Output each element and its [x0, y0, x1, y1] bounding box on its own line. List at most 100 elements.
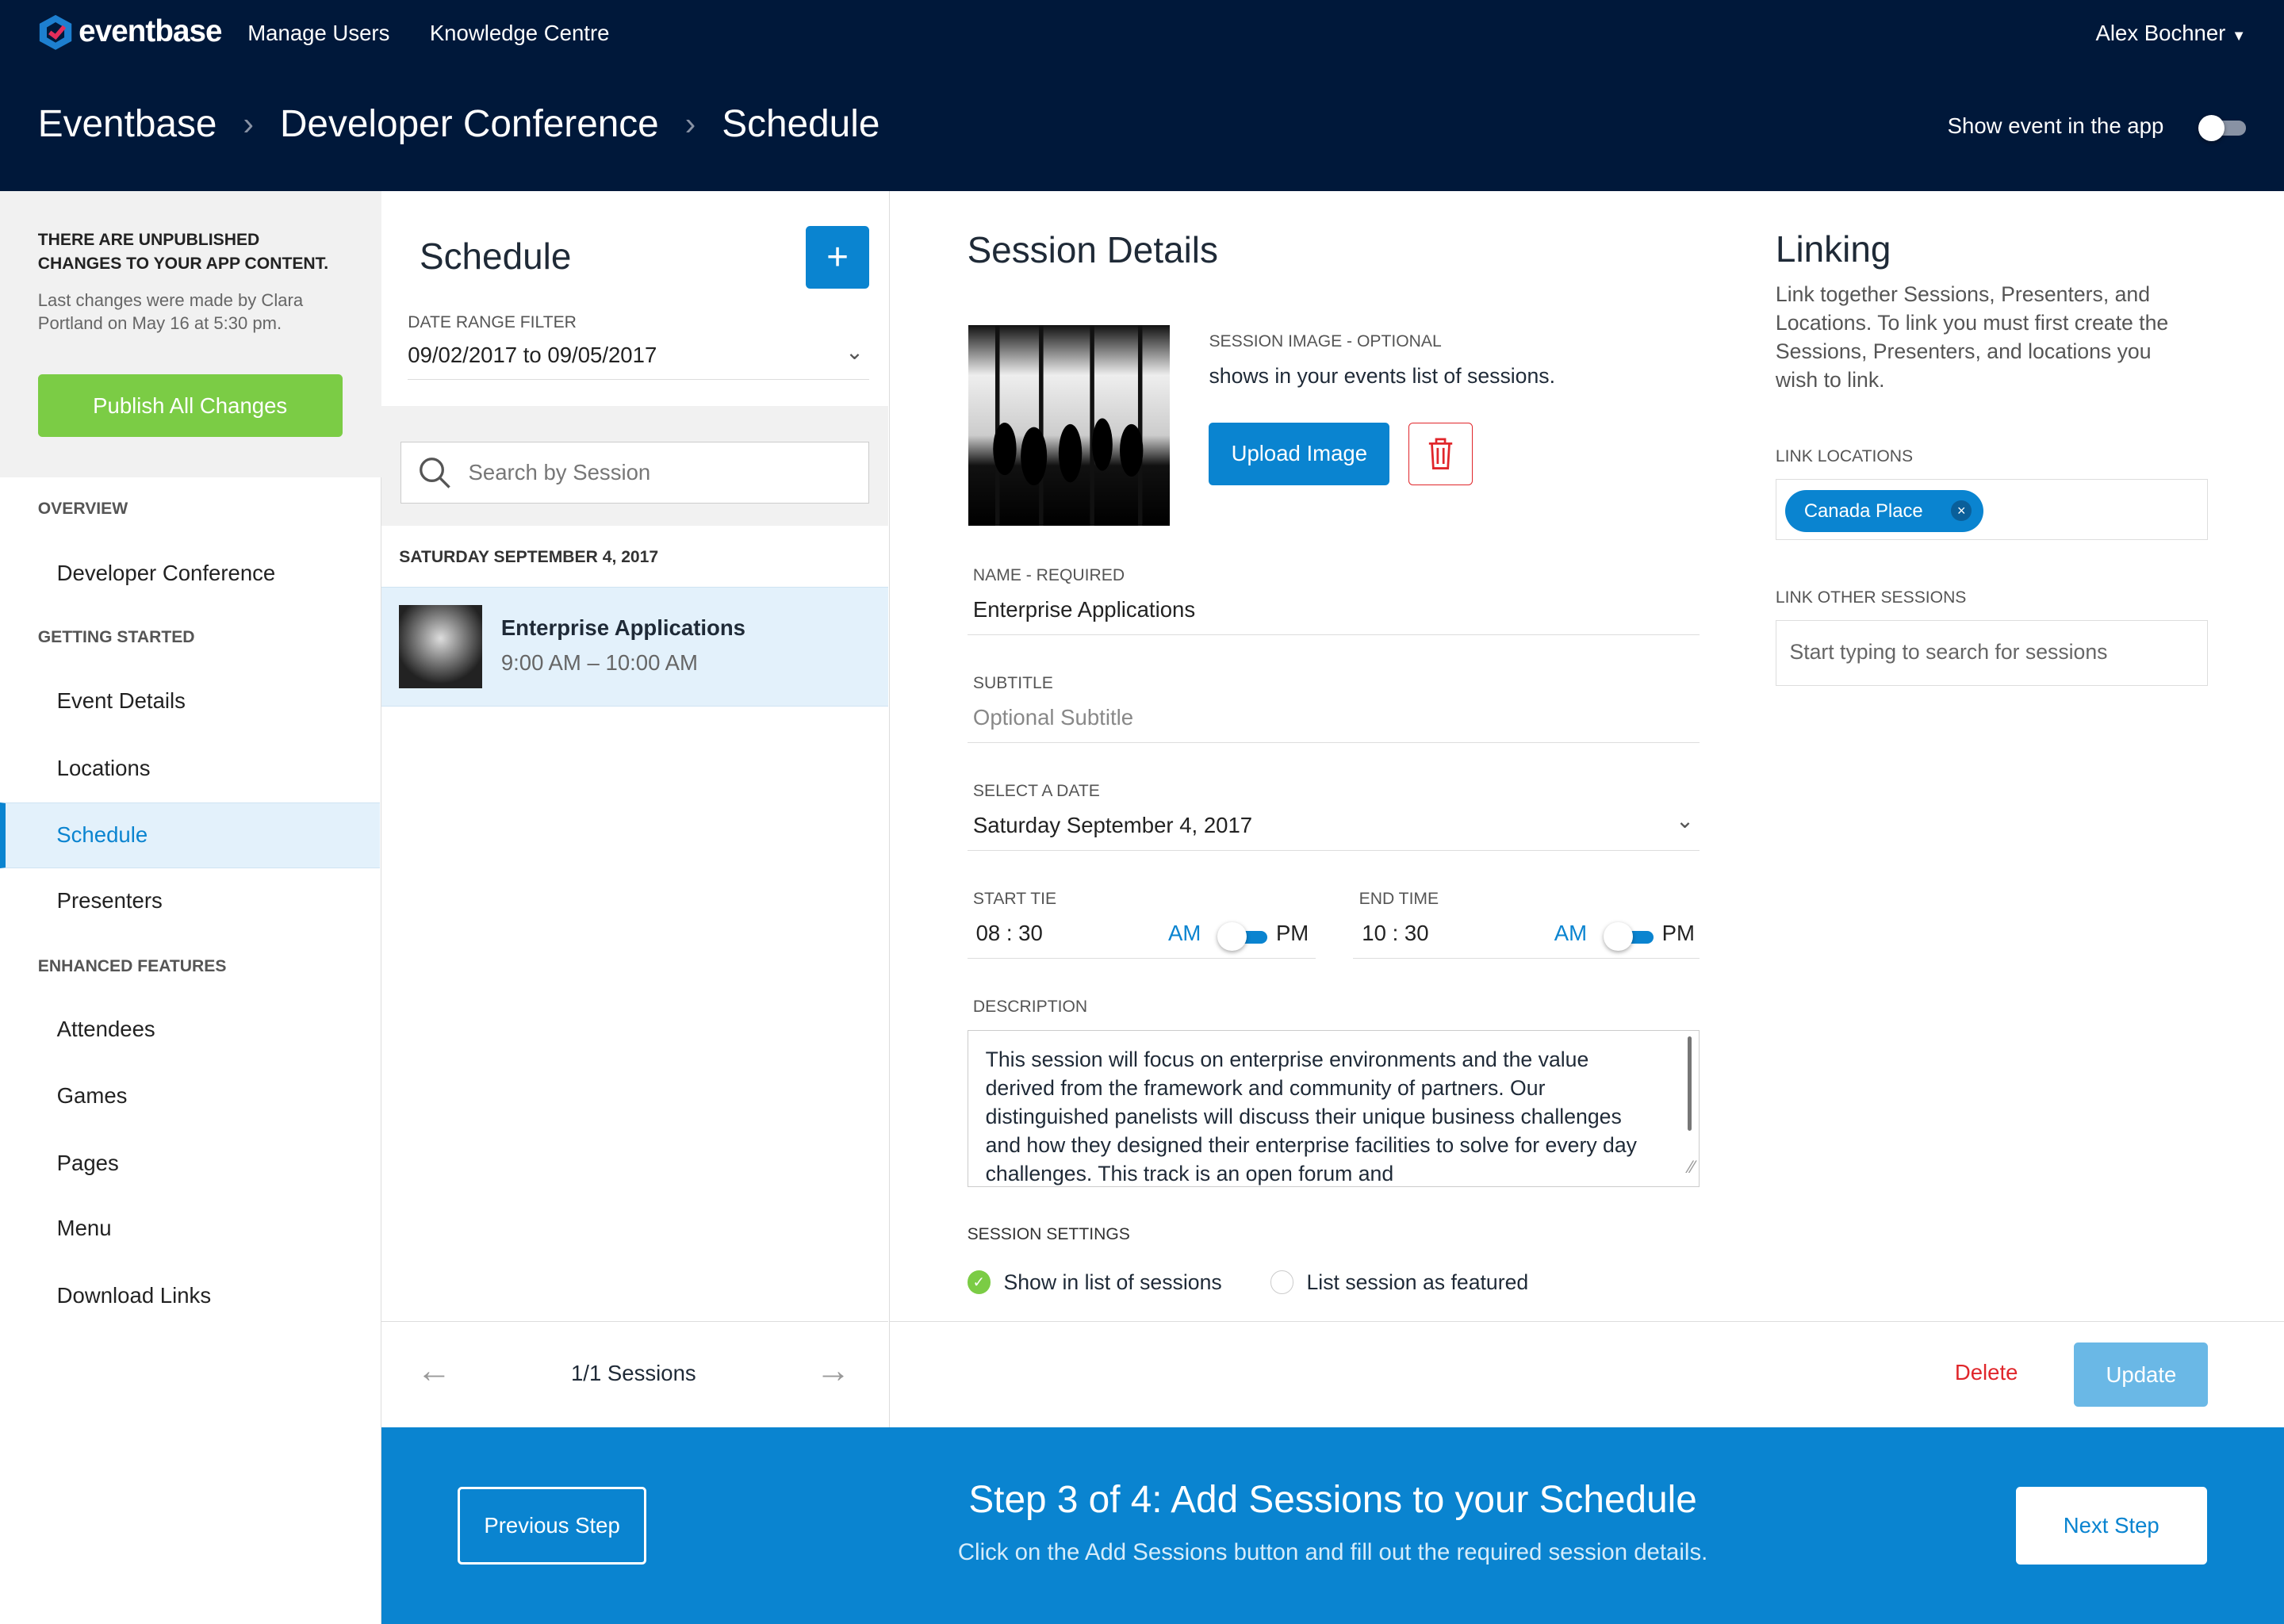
- next-step-button[interactable]: Next Step: [2015, 1487, 2207, 1565]
- arrow-left-icon[interactable]: ←: [416, 1351, 451, 1391]
- add-session-button[interactable]: +: [805, 225, 870, 289]
- chevron-right-icon: ›: [684, 105, 696, 142]
- featured-checkbox[interactable]: List session as featured: [1270, 1270, 1528, 1295]
- scrollbar[interactable]: [1687, 1036, 1692, 1132]
- location-tag[interactable]: Canada Place ×: [1784, 490, 1983, 533]
- start-ampm-toggle[interactable]: [1217, 921, 1267, 952]
- link-locations-label: LINK LOCATIONS: [1775, 446, 1914, 465]
- breadcrumb: Eventbase › Developer Conference › Schedul…: [38, 102, 880, 146]
- breadcrumb-developer-conference[interactable]: Developer Conference: [280, 102, 659, 146]
- sidebar-item-developer-conference[interactable]: Developer Conference: [0, 540, 380, 606]
- nav-knowledge-centre[interactable]: Knowledge Centre: [430, 21, 610, 46]
- pm-label: PM: [1275, 920, 1309, 945]
- remove-tag-icon[interactable]: ×: [1951, 500, 1972, 521]
- start-time-input[interactable]: 08 : 30 AM PM: [967, 920, 1316, 959]
- session-settings-label: SESSION SETTINGS: [967, 1224, 1130, 1243]
- session-image-label: SESSION IMAGE - OPTIONAL: [1209, 331, 1442, 350]
- search-placeholder: Search by Session: [468, 459, 651, 485]
- schedule-title: Schedule: [419, 235, 572, 277]
- linking-description: Link together Sessions, Presenters, and …: [1775, 282, 2169, 392]
- show-event-label: Show event in the app: [1947, 113, 2164, 139]
- session-time: 9:00 AM – 10:00 AM: [500, 650, 698, 676]
- chevron-right-icon: ›: [243, 105, 254, 142]
- logo[interactable]: eventbase: [38, 13, 222, 52]
- search-icon: [420, 457, 450, 488]
- date-label: SELECT A DATE: [972, 782, 1100, 801]
- end-time-value: 10 : 30: [1362, 920, 1429, 945]
- sidebar: THERE ARE UNPUBLISHED CHANGES TO YOUR AP…: [0, 190, 382, 1624]
- sidebar-item-download-links[interactable]: Download Links: [0, 1262, 380, 1328]
- update-button[interactable]: Update: [2074, 1342, 2209, 1408]
- pm-label: PM: [1661, 920, 1695, 945]
- date-filter-label: DATE RANGE FILTER: [408, 312, 577, 331]
- start-time-label: START TIE: [972, 890, 1057, 909]
- date-select[interactable]: Saturday September 4, 2017 ⌄: [967, 808, 1700, 851]
- end-ampm-toggle[interactable]: [1604, 921, 1654, 952]
- show-in-list-label: Show in list of sessions: [1003, 1270, 1222, 1294]
- pager-count: 1/1 Sessions: [570, 1361, 696, 1386]
- location-tag-label: Canada Place: [1803, 500, 1923, 522]
- pager: ← 1/1 Sessions →: [381, 1320, 889, 1427]
- am-label: AM: [1168, 920, 1201, 945]
- end-time-label: END TIME: [1359, 890, 1439, 909]
- brand-name: eventbase: [79, 14, 222, 49]
- sidebar-item-games[interactable]: Games: [0, 1063, 380, 1129]
- sidebar-item-locations[interactable]: Locations: [0, 736, 380, 802]
- unpublished-notice: THERE ARE UNPUBLISHED CHANGES TO YOUR AP…: [0, 190, 382, 478]
- delete-button[interactable]: Delete: [1955, 1360, 2018, 1385]
- breadcrumb-schedule: Schedule: [722, 102, 880, 145]
- upload-image-button[interactable]: Upload Image: [1209, 422, 1390, 485]
- description-text: This session will focus on enterprise en…: [985, 1047, 1637, 1185]
- start-time-value: 08 : 30: [975, 920, 1043, 945]
- publish-all-changes-button[interactable]: Publish All Changes: [37, 374, 343, 437]
- description-textarea[interactable]: This session will focus on enterprise en…: [967, 1029, 1700, 1187]
- name-input[interactable]: Enterprise Applications: [967, 597, 1700, 635]
- session-details-panel: Session Details SESSION IMAGE - OPTIONAL…: [890, 191, 2284, 1427]
- schedule-panel: Schedule + DATE RANGE FILTER 09/02/2017 …: [381, 190, 891, 1427]
- empty-circle-icon: [1270, 1270, 1293, 1294]
- user-menu[interactable]: Alex Bochner ▼: [2096, 21, 2247, 46]
- date-range-filter[interactable]: 09/02/2017 to 09/05/2017 ⌄: [408, 339, 870, 381]
- sidebar-item-event-details[interactable]: Event Details: [0, 668, 380, 734]
- plus-icon: +: [826, 236, 849, 278]
- session-title: Enterprise Applications: [500, 615, 745, 641]
- session-thumbnail: [399, 605, 482, 688]
- breadcrumb-eventbase[interactable]: Eventbase: [38, 102, 217, 146]
- resize-handle-icon[interactable]: ⁄⁄: [1689, 1153, 1695, 1182]
- session-image-hint: shows in your events list of sessions.: [1209, 364, 1555, 389]
- arrow-right-icon[interactable]: →: [816, 1351, 851, 1391]
- show-event-toggle[interactable]: [2198, 115, 2247, 142]
- sidebar-item-attendees[interactable]: Attendees: [0, 996, 380, 1062]
- sidebar-item-presenters[interactable]: Presenters: [0, 868, 380, 934]
- subtitle-input[interactable]: Optional Subtitle: [967, 705, 1700, 743]
- notice-title: THERE ARE UNPUBLISHED CHANGES TO YOUR AP…: [37, 231, 329, 273]
- session-list-item[interactable]: Enterprise Applications 9:00 AM – 10:00 …: [381, 587, 889, 707]
- link-locations-input[interactable]: Canada Place ×: [1775, 479, 2209, 541]
- link-sessions-input[interactable]: Start typing to search for sessions: [1775, 620, 2209, 687]
- sidebar-item-pages[interactable]: Pages: [0, 1130, 380, 1196]
- end-time-input[interactable]: 10 : 30 AM PM: [1353, 921, 1700, 959]
- check-icon: ✓: [967, 1270, 991, 1294]
- search-area: Search by Session: [381, 406, 889, 527]
- section-overview: OVERVIEW: [37, 499, 128, 518]
- divider: [890, 1320, 2284, 1322]
- section-getting-started: GETTING STARTED: [37, 627, 195, 646]
- description-label: DESCRIPTION: [972, 998, 1088, 1017]
- eventbase-logo-icon: [39, 14, 71, 50]
- section-enhanced-features: ENHANCED FEATURES: [37, 956, 227, 975]
- delete-image-button[interactable]: [1408, 422, 1473, 485]
- name-label: NAME - REQUIRED: [972, 566, 1125, 585]
- people-silhouette-image: [993, 324, 1144, 527]
- chevron-down-icon: ⌄: [845, 339, 864, 364]
- show-in-list-checkbox[interactable]: ✓ Show in list of sessions: [967, 1270, 1222, 1295]
- subtitle-label: SUBTITLE: [972, 674, 1053, 693]
- date-range-value: 09/02/2017 to 09/05/2017: [408, 342, 657, 367]
- search-input[interactable]: Search by Session: [400, 441, 870, 504]
- am-label: AM: [1554, 920, 1588, 945]
- user-name: Alex Bochner: [2095, 20, 2226, 45]
- sidebar-item-schedule[interactable]: Schedule: [0, 802, 381, 868]
- sidebar-item-menu[interactable]: Menu: [0, 1196, 380, 1262]
- session-image: [968, 324, 1170, 527]
- step-description: Click on the Add Sessions button and fil…: [957, 1539, 1708, 1566]
- nav-manage-users[interactable]: Manage Users: [247, 21, 389, 46]
